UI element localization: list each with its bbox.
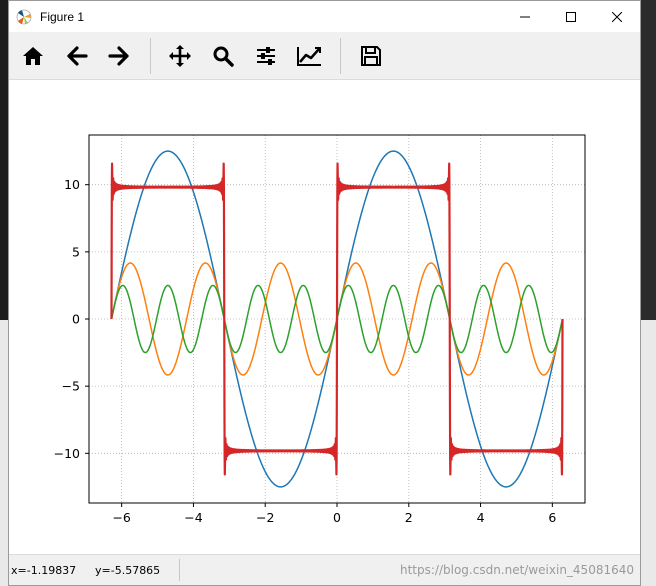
- maximize-button[interactable]: [548, 1, 594, 32]
- x-tick-label: 4: [477, 510, 485, 525]
- move-icon: [169, 45, 191, 67]
- y-tick-label: 0: [72, 312, 80, 327]
- background-app: [0, 0, 8, 320]
- x-tick-label: 0: [333, 510, 341, 525]
- minimize-icon: [520, 16, 530, 17]
- x-tick-label: −4: [184, 510, 202, 525]
- figure-canvas[interactable]: −6 −4 −2 0 2 4 6 −10 −5 0 5 10: [9, 80, 640, 554]
- cursor-y-readout: y=-5.57865: [95, 564, 161, 577]
- chart-line-icon: [297, 47, 321, 66]
- magnifier-icon: [213, 46, 234, 67]
- arrow-left-icon: [67, 46, 88, 66]
- navigation-toolbar: [9, 32, 640, 80]
- home-button[interactable]: [17, 40, 49, 72]
- watermark-text: https://blog.csdn.net/weixin_45081640: [399, 563, 634, 577]
- floppy-disk-icon: [361, 46, 381, 66]
- x-tick-label: −2: [256, 510, 274, 525]
- y-tick-label: 10: [64, 177, 80, 192]
- cursor-x-readout: x=-1.19837: [11, 564, 77, 577]
- y-tick-label: 5: [72, 244, 80, 259]
- close-icon: [612, 11, 622, 22]
- home-icon: [23, 47, 43, 65]
- plot-area[interactable]: −6 −4 −2 0 2 4 6 −10 −5 0 5 10: [9, 80, 640, 554]
- sliders-icon: [257, 47, 275, 65]
- toolbar-separator: [150, 38, 151, 74]
- y-tick-label: −5: [62, 379, 80, 394]
- minimize-button[interactable]: [502, 1, 548, 32]
- subplots-button[interactable]: [250, 40, 282, 72]
- background-app: [641, 320, 656, 586]
- zoom-button[interactable]: [207, 40, 239, 72]
- x-tick-label: 2: [405, 510, 413, 525]
- pan-button[interactable]: [164, 40, 196, 72]
- y-tick-label: −10: [54, 446, 80, 461]
- back-button[interactable]: [61, 40, 93, 72]
- edit-axes-button[interactable]: [293, 40, 325, 72]
- title-bar[interactable]: Figure 1: [9, 1, 640, 32]
- maximize-icon: [566, 11, 576, 22]
- window-title: Figure 1: [40, 9, 85, 24]
- figure-window: Figure 1 −6 −4 −2 0 2 4 6 −10 −5 0 5 10 …: [8, 0, 641, 586]
- matplotlib-logo-icon: [16, 9, 32, 24]
- x-tick-label: −6: [112, 510, 130, 525]
- status-bar: x=-1.19837 y=-5.57865 https://blog.csdn.…: [9, 554, 640, 585]
- arrow-right-icon: [108, 46, 129, 66]
- background-app: [0, 320, 8, 586]
- close-button[interactable]: [594, 1, 640, 32]
- toolbar-separator: [340, 38, 341, 74]
- save-button[interactable]: [355, 40, 387, 72]
- status-separator: [179, 559, 180, 581]
- x-tick-label: 6: [548, 510, 556, 525]
- forward-button[interactable]: [103, 40, 135, 72]
